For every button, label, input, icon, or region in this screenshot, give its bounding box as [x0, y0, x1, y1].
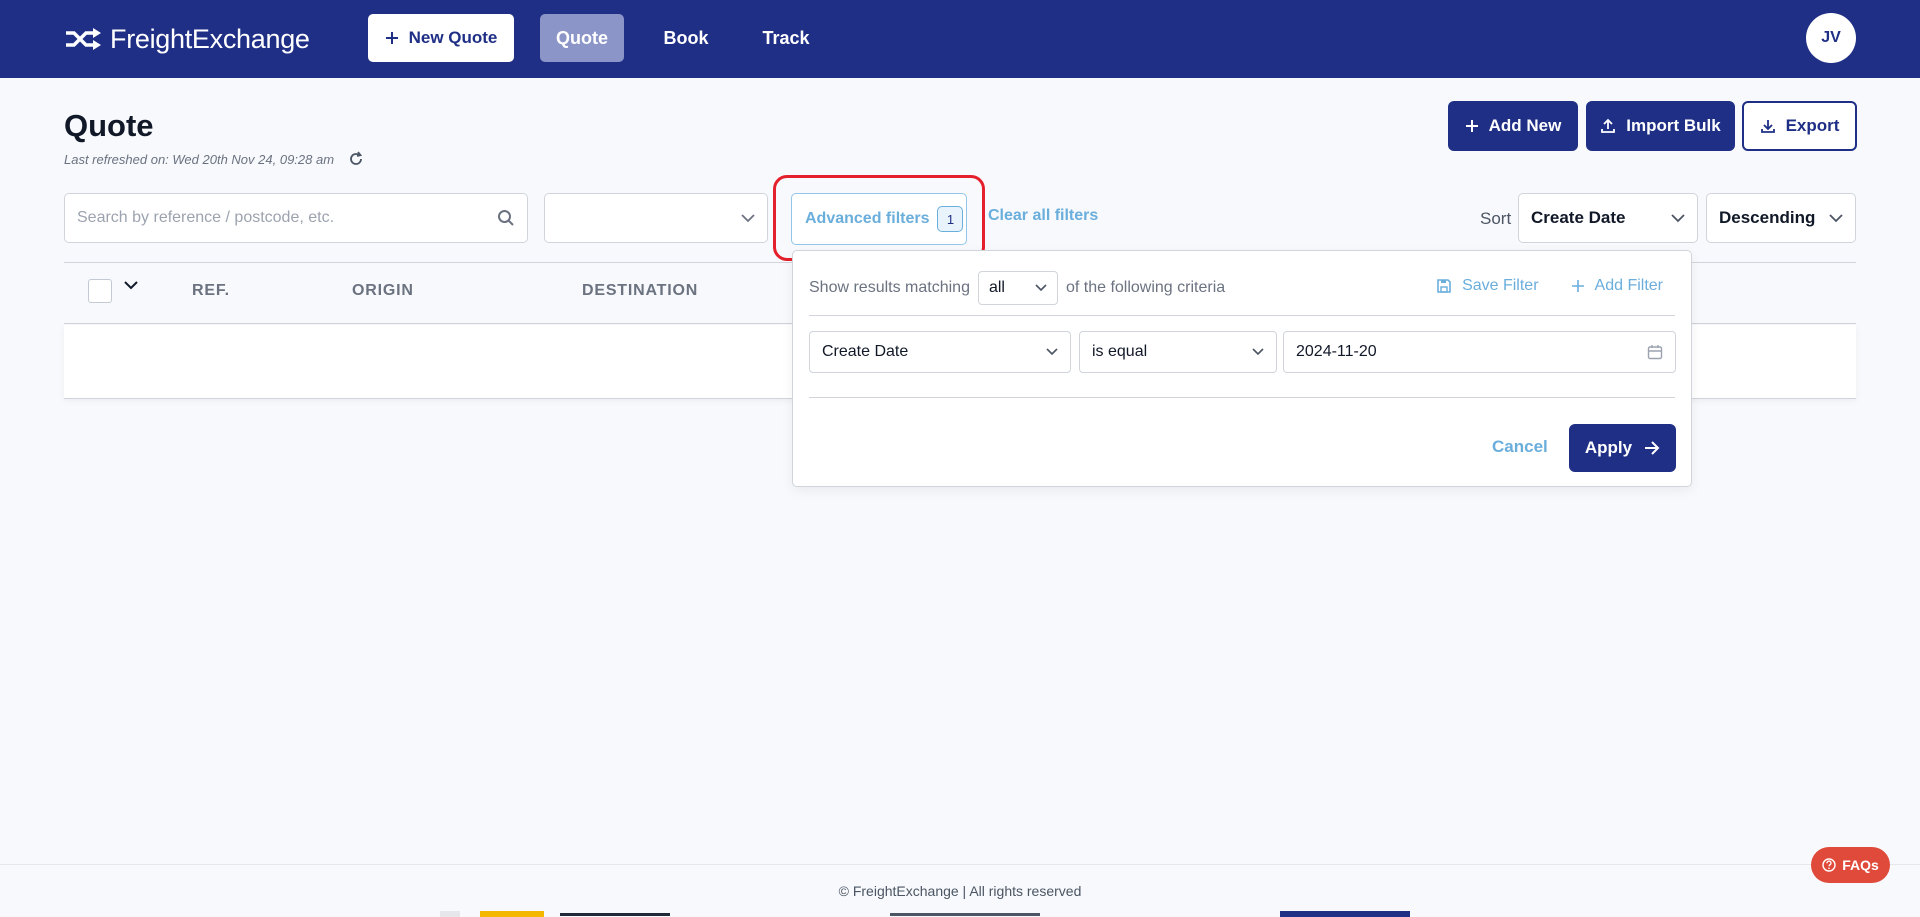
sort-field-value: Create Date — [1531, 208, 1626, 227]
divider — [809, 397, 1675, 398]
chevron-down-icon — [741, 213, 755, 222]
footer-divider — [0, 864, 1920, 865]
chevron-down-icon — [1829, 213, 1843, 222]
apply-label: Apply — [1584, 438, 1633, 457]
partner-logo — [560, 913, 670, 916]
save-icon — [1437, 279, 1451, 293]
cancel-button[interactable]: Cancel — [1492, 437, 1548, 457]
page-title: Quote — [64, 108, 154, 143]
chevron-down-icon — [1671, 213, 1685, 222]
calendar-icon[interactable] — [1647, 344, 1663, 360]
advanced-filters-popover: Show results matching all of the followi… — [792, 250, 1692, 487]
import-bulk-label: Import Bulk — [1626, 116, 1721, 135]
brand-logo[interactable]: FreightExchange — [64, 22, 310, 56]
criteria-suffix: of the following criteria — [1065, 279, 1226, 296]
criteria-date-input[interactable]: 2024-11-20 — [1283, 331, 1676, 373]
search-placeholder: Search by reference / postcode, etc. — [77, 209, 335, 226]
match-mode-select[interactable]: all — [977, 271, 1058, 305]
sort-direction-select[interactable]: Descending — [1706, 193, 1856, 243]
plus-icon — [1465, 120, 1478, 132]
column-header-ref[interactable]: REF. — [192, 282, 230, 300]
add-new-button[interactable]: Add New — [1448, 101, 1578, 151]
criteria-match-row: Show results matching all of the followi… — [809, 271, 1225, 305]
chevron-down-icon — [1046, 348, 1058, 356]
add-filter-button[interactable]: Add Filter — [1571, 277, 1663, 295]
refresh-icon[interactable] — [348, 151, 364, 167]
user-avatar[interactable]: JV — [1806, 13, 1856, 63]
import-bulk-button[interactable]: Import Bulk — [1586, 101, 1735, 151]
last-refreshed-text: Last refreshed on: Wed 20th Nov 24, 09:2… — [64, 151, 335, 167]
column-header-destination[interactable]: DESTINATION — [582, 282, 698, 300]
partner-logo — [1280, 911, 1410, 917]
brand-name: FreightExchange — [110, 23, 310, 54]
plus-icon — [1571, 280, 1584, 292]
partner-logo — [480, 911, 544, 917]
footer-copyright: © FreightExchange | All rights reserved — [838, 883, 1082, 899]
status-select[interactable] — [544, 193, 768, 243]
faqs-label: FAQs — [1842, 857, 1879, 873]
criteria-date-value: 2024-11-20 — [1296, 343, 1377, 360]
match-mode-value: all — [988, 279, 1005, 296]
criteria-field-select[interactable]: Create Date — [809, 331, 1071, 373]
upload-icon — [1601, 118, 1616, 133]
export-label: Export — [1785, 116, 1840, 135]
column-header-origin[interactable]: ORIGIN — [352, 282, 414, 300]
export-button[interactable]: Export — [1742, 101, 1857, 151]
search-input[interactable]: Search by reference / postcode, etc. — [64, 193, 528, 243]
shuffle-logo-icon — [66, 28, 101, 50]
sort-field-select[interactable]: Create Date — [1518, 193, 1698, 243]
criteria-operator-select[interactable]: is equal — [1079, 331, 1277, 373]
sort-label: Sort — [1480, 209, 1512, 228]
partner-logo — [890, 913, 1040, 916]
faqs-button[interactable]: FAQs — [1811, 847, 1890, 883]
criteria-field-value: Create Date — [822, 343, 909, 360]
apply-button[interactable]: Apply — [1569, 424, 1676, 472]
last-refreshed: Last refreshed on: Wed 20th Nov 24, 09:2… — [64, 151, 364, 167]
criteria-operator-value: is equal — [1092, 343, 1148, 360]
plus-icon — [385, 32, 398, 44]
tab-track[interactable]: Track — [750, 14, 822, 62]
arrow-right-icon — [1645, 441, 1660, 455]
sort-direction-value: Descending — [1719, 208, 1816, 227]
chevron-down-icon — [1035, 284, 1047, 292]
popover-actions: Save Filter Add Filter — [1436, 277, 1663, 295]
new-quote-button[interactable]: New Quote — [368, 14, 514, 62]
criteria-prefix: Show results matching — [809, 279, 970, 296]
new-quote-label: New Quote — [408, 28, 498, 47]
partner-logo — [440, 911, 460, 917]
top-navigation-bar: FreightExchange New Quote Quote Book Tra… — [0, 0, 1920, 78]
chevron-down-icon[interactable] — [124, 281, 138, 290]
clear-all-filters-link[interactable]: Clear all filters — [988, 207, 1098, 225]
save-filter-label: Save Filter — [1462, 277, 1539, 294]
tab-quote[interactable]: Quote — [540, 14, 624, 62]
tab-book[interactable]: Book — [650, 14, 722, 62]
highlight-annotation — [773, 175, 985, 261]
help-circle-icon — [1822, 858, 1836, 872]
add-new-label: Add New — [1488, 116, 1562, 135]
chevron-down-icon — [1252, 348, 1264, 356]
add-filter-label: Add Filter — [1594, 277, 1663, 294]
save-filter-button[interactable]: Save Filter — [1436, 277, 1539, 295]
select-all-checkbox[interactable] — [88, 279, 112, 303]
divider — [809, 315, 1675, 316]
download-icon — [1760, 120, 1775, 133]
search-icon — [498, 210, 514, 226]
